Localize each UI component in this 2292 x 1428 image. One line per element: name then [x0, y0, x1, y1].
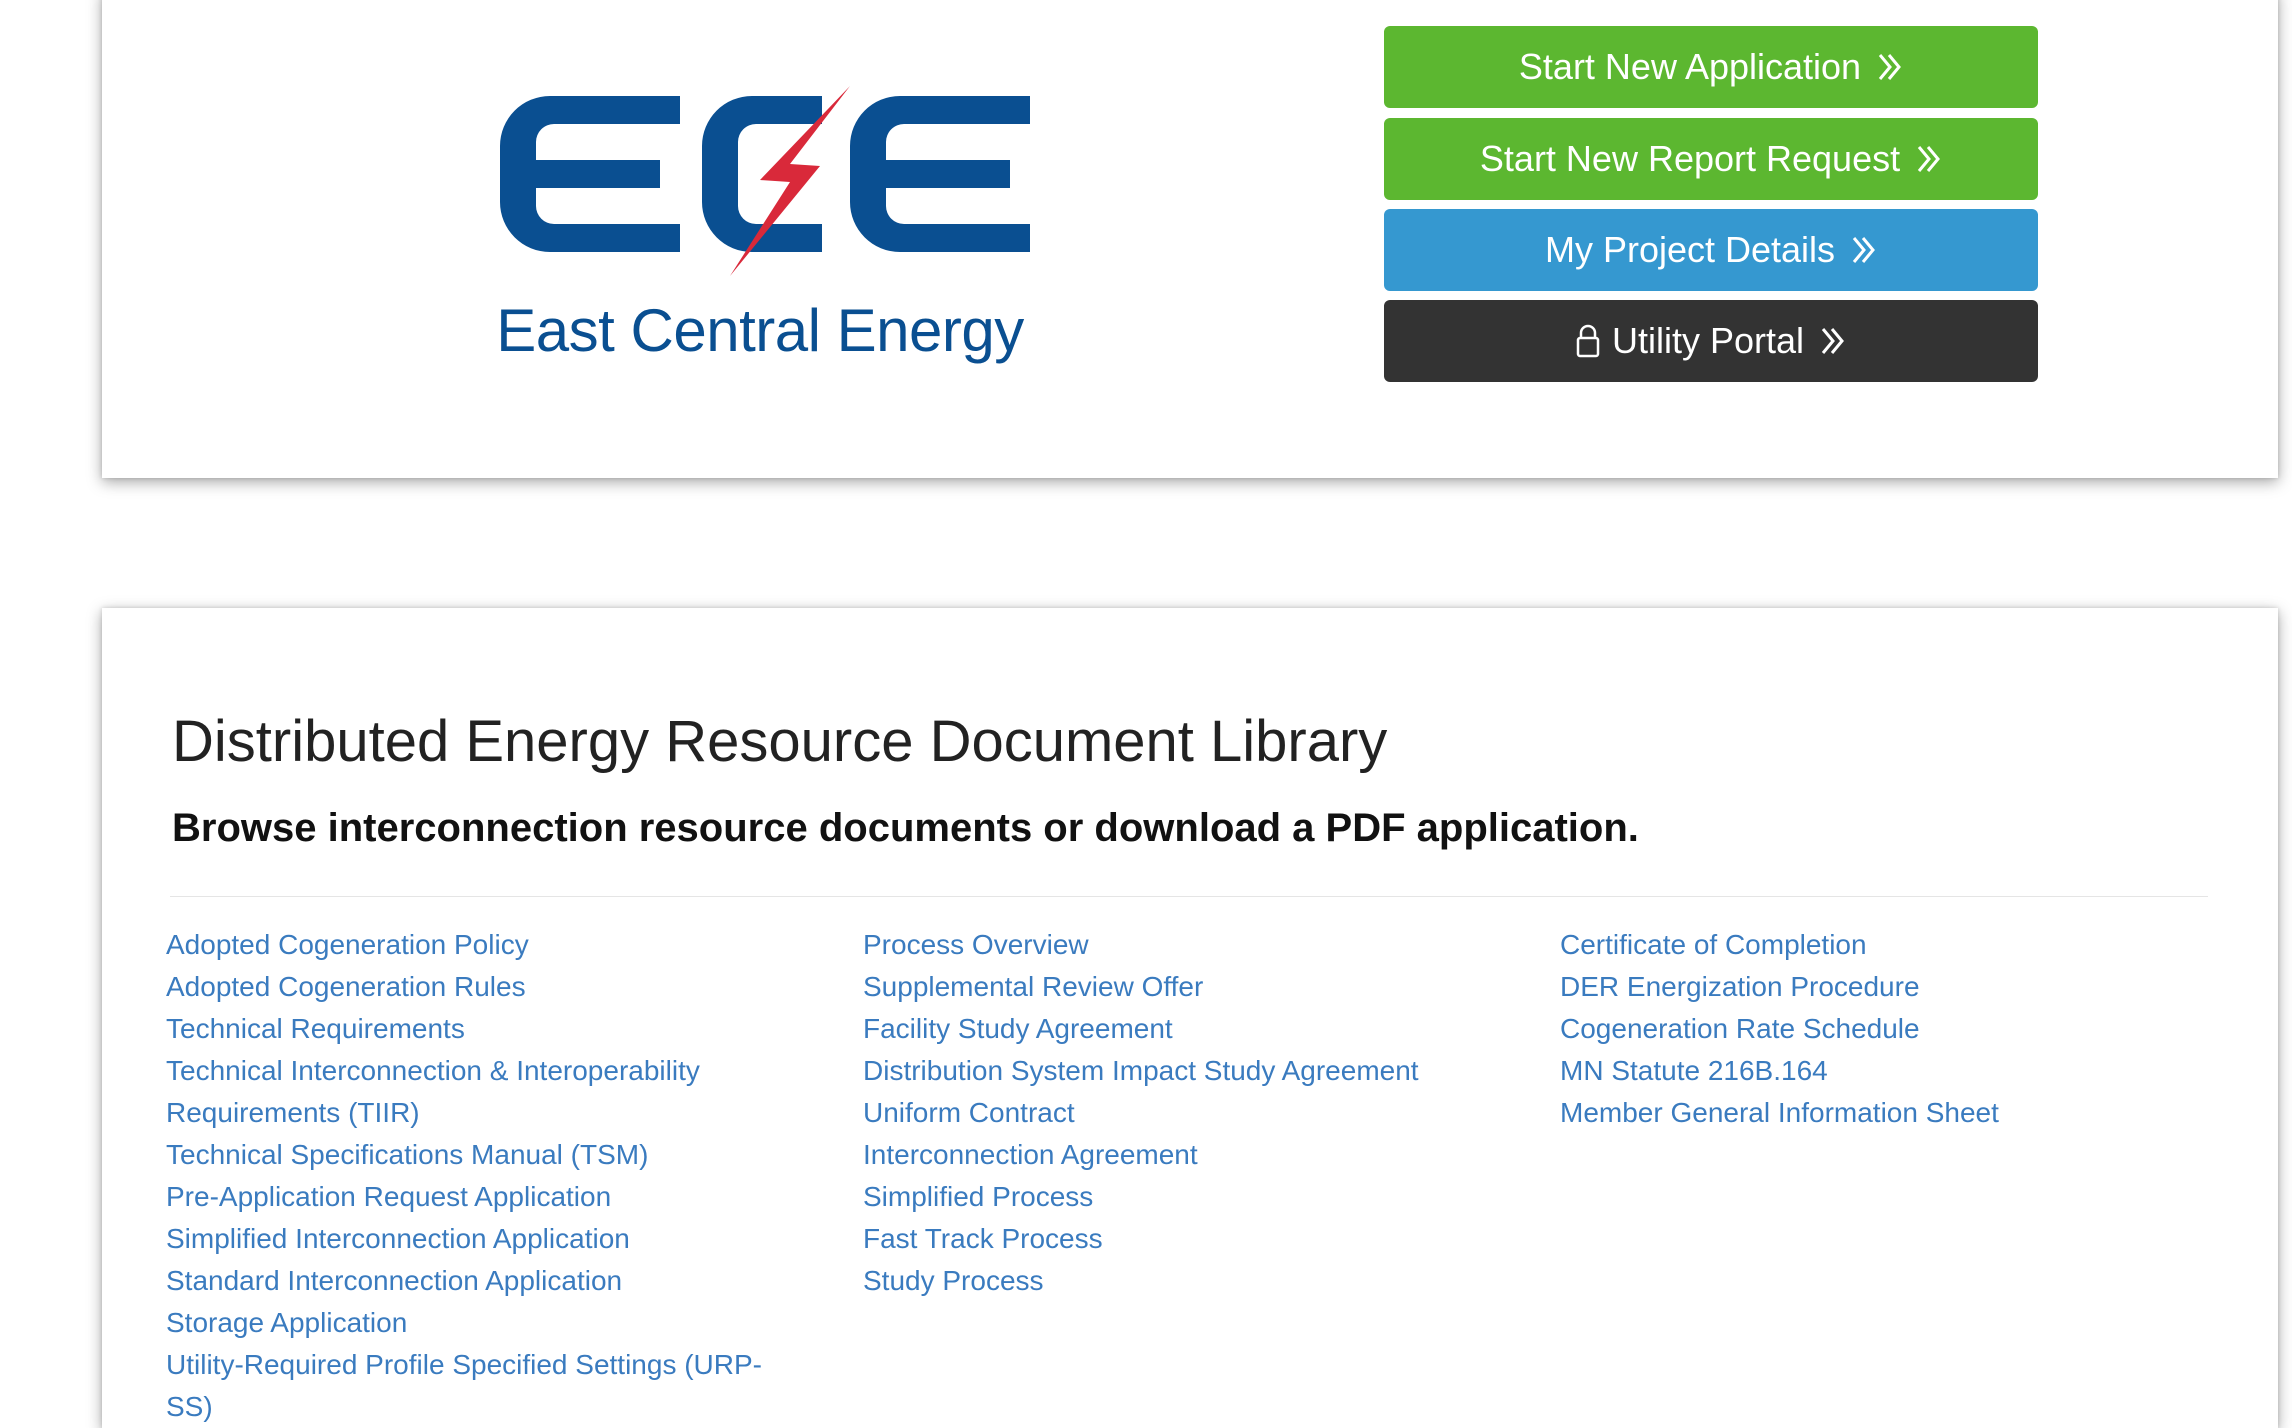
document-link[interactable]: Simplified Interconnection Application	[166, 1218, 806, 1260]
document-link[interactable]: Facility Study Agreement	[863, 1008, 1543, 1050]
header-card: East Central Energy Start New Applicatio…	[102, 0, 2278, 478]
document-link[interactable]: Cogeneration Rate Schedule	[1560, 1008, 2240, 1050]
document-link[interactable]: Supplemental Review Offer	[863, 966, 1543, 1008]
start-new-application-button[interactable]: Start New Application	[1384, 26, 2038, 108]
document-link[interactable]: MN Statute 216B.164	[1560, 1050, 2240, 1092]
document-link[interactable]: Technical Specifications Manual (TSM)	[166, 1134, 806, 1176]
document-link[interactable]: Process Overview	[863, 924, 1543, 966]
document-link[interactable]: Adopted Cogeneration Policy	[166, 924, 806, 966]
document-link[interactable]: Interconnection Agreement	[863, 1134, 1543, 1176]
double-chevron-right-icon	[1916, 144, 1942, 174]
document-link[interactable]: Study Process	[863, 1260, 1543, 1302]
double-chevron-right-icon	[1877, 52, 1903, 82]
document-column-1: Adopted Cogeneration Policy Adopted Coge…	[166, 924, 806, 1428]
utility-portal-button[interactable]: Utility Portal	[1384, 300, 2038, 382]
document-link[interactable]: Technical Requirements	[166, 1008, 806, 1050]
start-new-report-request-label: Start New Report Request	[1479, 138, 1901, 179]
document-link[interactable]: Utility-Required Profile Specified Setti…	[166, 1344, 806, 1428]
ece-logo-mark	[500, 86, 1030, 276]
start-new-application-label: Start New Application	[1518, 46, 1862, 87]
double-chevron-right-icon	[1820, 326, 1846, 356]
document-link[interactable]: Distribution System Impact Study Agreeme…	[863, 1050, 1543, 1092]
my-project-details-button[interactable]: My Project Details	[1384, 209, 2038, 291]
document-link[interactable]: Uniform Contract	[863, 1092, 1543, 1134]
document-link[interactable]: Pre-Application Request Application	[166, 1176, 806, 1218]
document-link[interactable]: Technical Interconnection & Interoperabi…	[166, 1050, 806, 1134]
start-new-report-request-button[interactable]: Start New Report Request	[1384, 118, 2038, 200]
document-library-card: Distributed Energy Resource Document Lib…	[102, 608, 2278, 1428]
document-link[interactable]: Adopted Cogeneration Rules	[166, 966, 806, 1008]
document-link[interactable]: Certificate of Completion	[1560, 924, 2240, 966]
utility-portal-label: Utility Portal	[1611, 320, 1805, 361]
page-title: Distributed Energy Resource Document Lib…	[172, 709, 1388, 774]
document-column-2: Process Overview Supplemental Review Off…	[863, 924, 1543, 1302]
company-name: East Central Energy	[496, 297, 1024, 364]
document-link[interactable]: Storage Application	[166, 1302, 806, 1344]
document-link[interactable]: Fast Track Process	[863, 1218, 1543, 1260]
lock-icon	[1576, 324, 1600, 358]
document-column-3: Certificate of Completion DER Energizati…	[1560, 924, 2240, 1134]
document-link[interactable]: Member General Information Sheet	[1560, 1092, 2240, 1134]
document-link[interactable]: Simplified Process	[863, 1176, 1543, 1218]
page-subtitle: Browse interconnection resource document…	[172, 806, 1639, 850]
double-chevron-right-icon	[1851, 235, 1877, 265]
divider	[170, 896, 2208, 897]
company-logo[interactable]: East Central Energy	[490, 86, 1110, 386]
document-link[interactable]: Standard Interconnection Application	[166, 1260, 806, 1302]
document-link[interactable]: DER Energization Procedure	[1560, 966, 2240, 1008]
my-project-details-label: My Project Details	[1544, 229, 1836, 270]
